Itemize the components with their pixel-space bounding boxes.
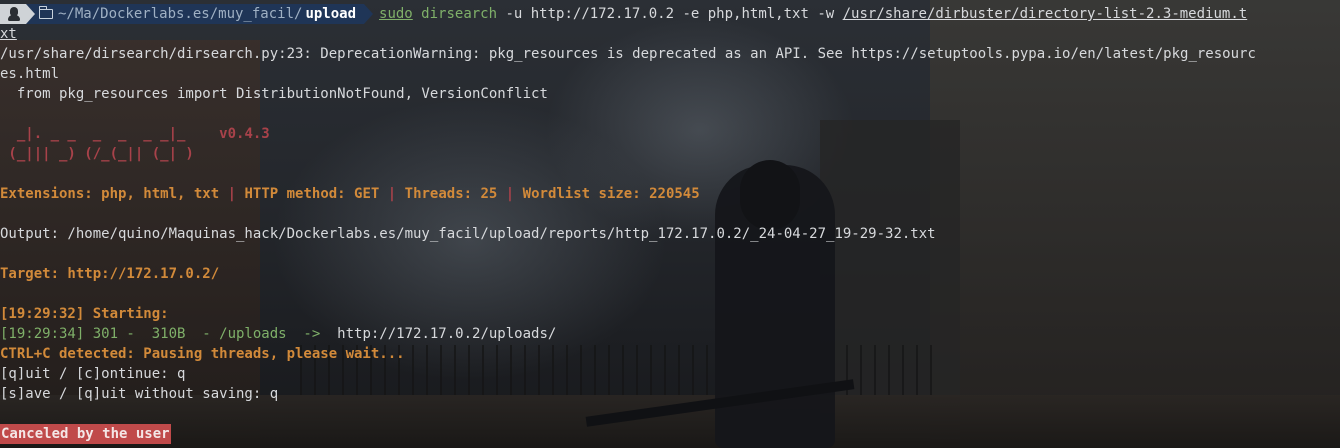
config-wordlist-value: 220545 xyxy=(649,186,700,202)
prompt-path-current: upload xyxy=(305,6,357,22)
prompt-path-arrow xyxy=(364,4,374,24)
banner-row-1: _|. _ _ _ _ _ _|_ v0.4.3 xyxy=(0,124,270,144)
config-wordlist-label: Wordlist size: xyxy=(522,186,650,202)
prompt-separator-arrow xyxy=(26,4,35,24)
banner-version: v0.4.3 xyxy=(219,126,270,142)
config-extensions-label: Extensions: xyxy=(0,186,102,202)
command-args: -u http://172.17.0.2 -e php,html,txt -w xyxy=(497,6,843,22)
warning-line: /usr/share/dirsearch/dirsearch.py:23: De… xyxy=(0,46,1256,62)
command-wordlist-wrap: xt xyxy=(0,26,17,42)
warning-import-line: from pkg_resources import DistributionNo… xyxy=(0,86,548,102)
output-path-line: Output: /home/quino/Maquinas_hack/Docker… xyxy=(0,226,936,242)
wallpaper-building-right xyxy=(930,0,1340,448)
prompt-path-prefix: ~/Ma/Dockerlabs.es/muy_facil/ xyxy=(58,6,303,22)
canceled-badge: Canceled by the user xyxy=(0,424,171,444)
folder-open-icon xyxy=(38,6,53,19)
command-sudo: sudo xyxy=(379,6,413,22)
banner-art-top: _|. _ _ _ _ _ _|_ xyxy=(0,126,186,142)
config-separator: | xyxy=(219,186,245,202)
wallpaper-figure-head xyxy=(740,160,800,230)
result-redirect-url: http://172.17.0.2/uploads/ xyxy=(337,326,557,342)
shell-prompt: ~/Ma/Dockerlabs.es/muy_facil/upload sudo… xyxy=(0,4,1247,24)
result-line: [19:29:34] 301 - 310B - /uploads -> http… xyxy=(0,324,556,344)
ctrl-c-line: CTRL+C detected: Pausing threads, please… xyxy=(0,346,405,362)
config-line: Extensions: php, html, txt | HTTP method… xyxy=(0,184,700,204)
command-wordlist: /usr/share/dirbuster/directory-list-2.3-… xyxy=(842,6,1248,22)
config-threads-value: 25 xyxy=(480,186,498,202)
save-quit-prompt[interactable]: [s]ave / [q]uit without saving: q xyxy=(0,384,278,404)
linux-tux-icon xyxy=(8,7,20,21)
terminal-window[interactable]: ~/Ma/Dockerlabs.es/muy_facil/upload sudo… xyxy=(0,0,1340,448)
command-binary: dirsearch xyxy=(421,6,498,22)
config-threads-label: Threads: xyxy=(404,186,481,202)
quit-continue-prompt[interactable]: [q]uit / [c]ontinue: q xyxy=(0,364,185,384)
prompt-os-segment xyxy=(0,4,26,24)
config-method-label: HTTP method: xyxy=(244,186,355,202)
config-separator: | xyxy=(497,186,523,202)
config-extensions-value: php, html, txt xyxy=(101,186,220,202)
starting-line: [19:29:32] Starting: xyxy=(0,306,169,322)
warning-line-wrap: es.html xyxy=(0,66,60,82)
command-line[interactable]: sudo dirsearch -u http://172.17.0.2 -e p… xyxy=(373,6,1247,22)
result-status: [19:29:34] 301 - 310B - /uploads -> xyxy=(0,326,338,342)
banner-art-bottom: (_||| _) (/_(_|| (_| ) xyxy=(0,146,194,162)
config-separator: | xyxy=(379,186,405,202)
target-line: Target: http://172.17.0.2/ xyxy=(0,266,220,282)
config-method-value: GET xyxy=(354,186,380,202)
prompt-path-segment: ~/Ma/Dockerlabs.es/muy_facil/upload xyxy=(35,4,365,24)
